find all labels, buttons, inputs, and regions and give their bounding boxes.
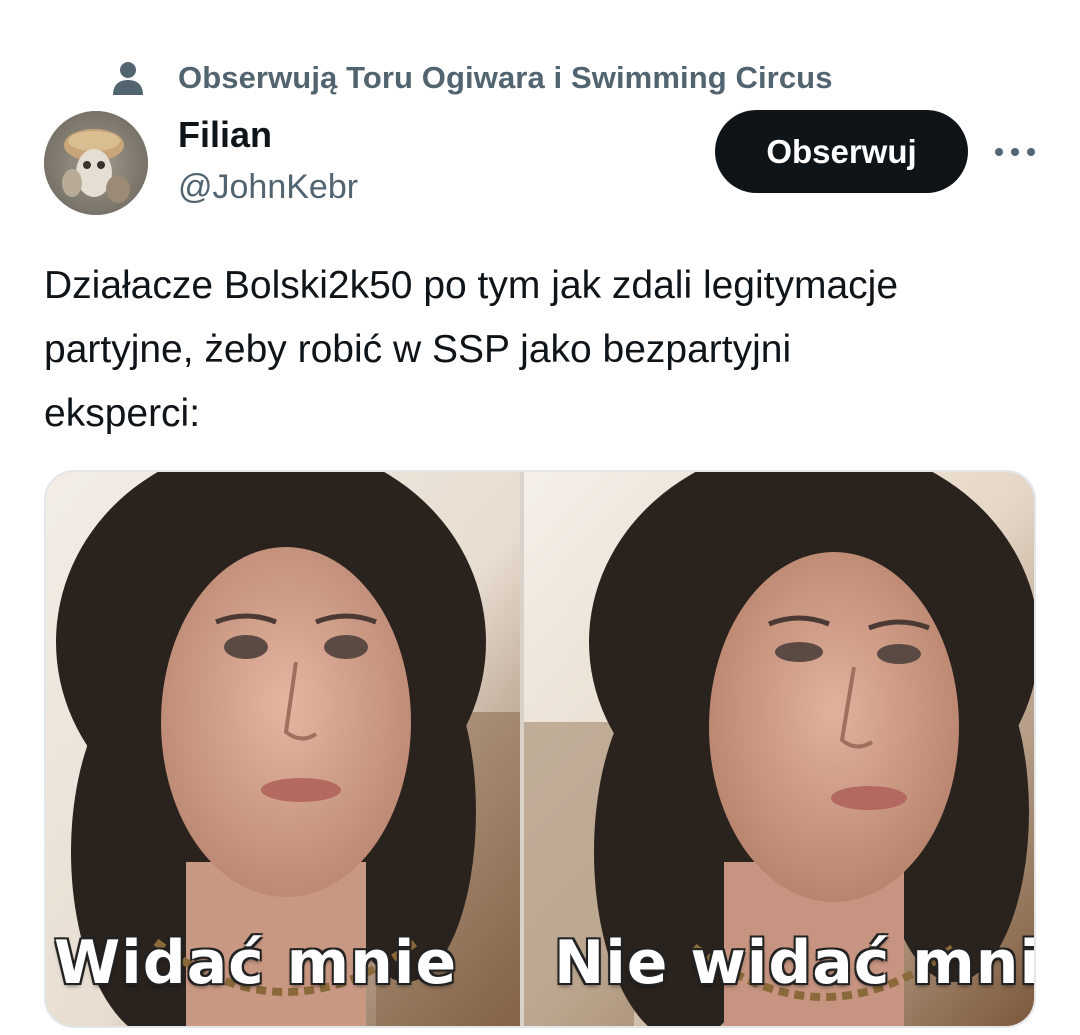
- social-context-text[interactable]: Obserwują Toru Ogiwara i Swimming Circus: [178, 60, 833, 96]
- meme-panel-right: Nie widać mnie: [524, 472, 1036, 1026]
- user-handle[interactable]: @JohnKebr: [178, 168, 358, 207]
- tweet-text-line: partyjne, żeby robić w SSP jako bezparty…: [44, 328, 792, 371]
- tweet-media[interactable]: Widać mnie Nie widać mnie: [44, 470, 1036, 1028]
- social-context: Obserwują Toru Ogiwara i Swimming Circus: [112, 58, 833, 98]
- meme-caption-left: Widać mnie: [54, 928, 458, 998]
- tweet-text-line: Działacze Bolski2k50 po tym jak zdali le…: [44, 264, 899, 307]
- meme-panel-left: Widać mnie: [46, 472, 520, 1026]
- tweet-text: Działacze Bolski2k50 po tym jak zdali le…: [44, 254, 1054, 446]
- meme-caption-right: Nie widać mnie: [554, 928, 1036, 998]
- display-name[interactable]: Filian: [178, 114, 272, 156]
- tweet-text-line: eksperci:: [44, 392, 201, 435]
- avatar[interactable]: [44, 111, 148, 215]
- more-icon[interactable]: [990, 134, 1040, 170]
- person-icon: [112, 60, 144, 96]
- follow-button[interactable]: Obserwuj: [715, 110, 968, 193]
